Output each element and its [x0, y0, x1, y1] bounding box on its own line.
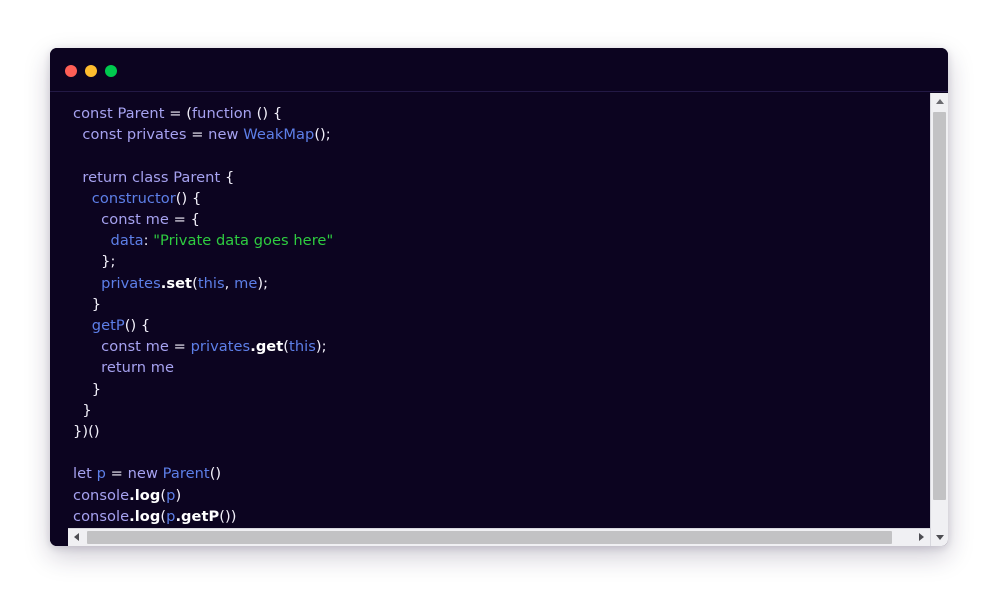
horizontal-scrollbar[interactable] [68, 528, 930, 546]
code-line: console.log(p) [73, 486, 182, 504]
code-line: console.log(p.getP()) [73, 507, 237, 525]
code-content[interactable]: const Parent = (function () { const priv… [73, 103, 333, 527]
code-editor-viewport[interactable]: const Parent = (function () { const priv… [50, 93, 948, 546]
chevron-left-icon [74, 533, 79, 541]
code-editor-window: const Parent = (function () { const priv… [50, 48, 948, 546]
code-line: const me = privates.get(this); [101, 338, 327, 356]
traffic-light-buttons [65, 65, 117, 77]
code-line: return me [101, 359, 175, 377]
code-line: constructor() { [91, 189, 202, 207]
close-window-icon[interactable] [65, 65, 77, 77]
chevron-down-icon [936, 535, 944, 540]
code-line: }; [101, 253, 116, 271]
code-line: } [82, 401, 92, 419]
scrollbar-corner [50, 528, 68, 546]
code-line: return class Parent { [82, 168, 235, 186]
code-line: const me = { [101, 211, 200, 229]
scroll-down-button[interactable] [931, 529, 948, 546]
code-line: privates.set(this, me); [101, 274, 269, 292]
minimize-window-icon[interactable] [85, 65, 97, 77]
chevron-right-icon [919, 533, 924, 541]
scroll-left-button[interactable] [68, 529, 85, 546]
page-root: const Parent = (function () { const priv… [0, 0, 1000, 598]
window-titlebar[interactable] [50, 48, 948, 92]
chevron-up-icon [936, 99, 944, 104]
scroll-right-button[interactable] [913, 529, 930, 546]
code-line: getP() { [91, 317, 151, 335]
code-line: } [91, 380, 102, 398]
horizontal-scrollbar-thumb[interactable] [87, 531, 892, 544]
vertical-scrollbar[interactable] [930, 93, 948, 546]
vertical-scrollbar-thumb[interactable] [933, 112, 946, 500]
code-line: const privates = new WeakMap(); [82, 126, 331, 144]
code-line: let p = new Parent() [73, 465, 222, 483]
code-line: } [91, 295, 102, 313]
code-line: })() [73, 423, 100, 441]
maximize-window-icon[interactable] [105, 65, 117, 77]
code-line: const Parent = (function () { [73, 105, 283, 122]
scroll-up-button[interactable] [931, 93, 948, 110]
code-line: data: "Private data goes here" [110, 232, 334, 250]
